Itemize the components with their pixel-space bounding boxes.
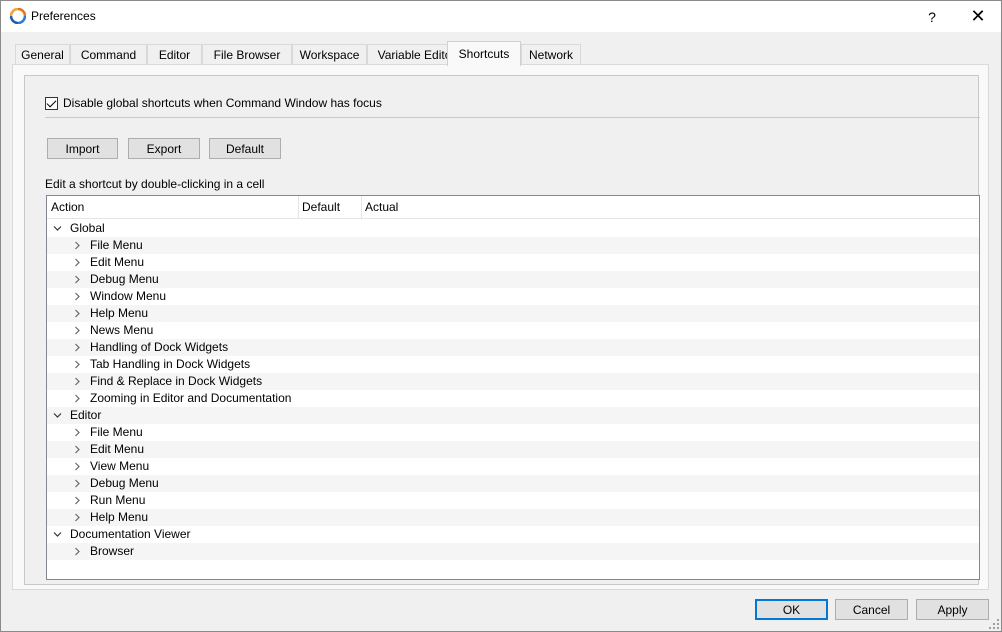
tree-item-label: Tab Handling in Dock Widgets — [90, 357, 251, 371]
tab-general[interactable]: General — [15, 44, 70, 65]
chevron-right-icon[interactable] — [71, 390, 83, 407]
tree-item-label: Zooming in Editor and Documentation — [90, 391, 292, 405]
chevron-right-icon[interactable] — [71, 288, 83, 305]
chevron-right-icon[interactable] — [71, 305, 83, 322]
help-button[interactable]: ? — [909, 1, 955, 32]
tree-rows: Global File Menu Edit Menu Debug Menu Window… — [47, 220, 979, 560]
resize-grip-icon[interactable] — [989, 619, 999, 629]
tree-item-row[interactable]: Help Menu — [47, 509, 979, 526]
tab-editor[interactable]: Editor — [147, 44, 202, 65]
tree-item-row[interactable]: Browser — [47, 543, 979, 560]
tree-item-row[interactable]: Help Menu — [47, 305, 979, 322]
tree-item-label: Run Menu — [90, 493, 146, 507]
tab-command[interactable]: Command — [70, 44, 147, 65]
tree-item-row[interactable]: Zooming in Editor and Documentation — [47, 390, 979, 407]
shortcuts-tree[interactable]: Action Default Actual Global File Menu Edi… — [46, 195, 980, 580]
tree-item-label: Window Menu — [90, 289, 167, 303]
tree-item-row[interactable]: Run Menu — [47, 492, 979, 509]
tree-item-label: Handling of Dock Widgets — [90, 340, 229, 354]
tree-item-row[interactable]: Edit Menu — [47, 254, 979, 271]
chevron-down-icon[interactable] — [51, 526, 63, 543]
shortcuts-pane: Disable global shortcuts when Command Wi… — [12, 64, 989, 590]
tree-item-label: Editor — [70, 408, 102, 422]
tree-item-label: Help Menu — [90, 306, 149, 320]
chevron-right-icon[interactable] — [71, 271, 83, 288]
chevron-right-icon[interactable] — [71, 237, 83, 254]
tree-item-label: News Menu — [90, 323, 154, 337]
tree-item-row[interactable]: News Menu — [47, 322, 979, 339]
apply-button[interactable]: Apply — [916, 599, 989, 620]
column-default[interactable]: Default — [298, 196, 340, 219]
tree-item-row[interactable]: File Menu — [47, 424, 979, 441]
preferences-window: Preferences ? ✕ General Command Editor F… — [0, 0, 1002, 632]
chevron-right-icon[interactable] — [71, 543, 83, 560]
tree-group-row[interactable]: Documentation Viewer — [47, 526, 979, 543]
tree-item-label: Global — [70, 221, 105, 235]
tree-item-row[interactable]: View Menu — [47, 458, 979, 475]
chevron-right-icon[interactable] — [71, 356, 83, 373]
tree-item-label: File Menu — [90, 425, 143, 439]
chevron-right-icon[interactable] — [71, 441, 83, 458]
import-button[interactable]: Import — [47, 138, 118, 159]
tree-item-label: Edit Menu — [90, 442, 145, 456]
separator — [45, 117, 980, 118]
close-button[interactable]: ✕ — [955, 1, 1001, 32]
tree-item-row[interactable]: Find & Replace in Dock Widgets — [47, 373, 979, 390]
tree-item-row[interactable]: Window Menu — [47, 288, 979, 305]
tree-item-row[interactable]: Debug Menu — [47, 271, 979, 288]
chevron-right-icon[interactable] — [71, 373, 83, 390]
column-actual[interactable]: Actual — [361, 196, 398, 219]
tab-workspace[interactable]: Workspace — [292, 44, 367, 65]
tree-item-row[interactable]: Tab Handling in Dock Widgets — [47, 356, 979, 373]
tree-item-row[interactable]: File Menu — [47, 237, 979, 254]
chevron-right-icon[interactable] — [71, 424, 83, 441]
ok-button[interactable]: OK — [755, 599, 828, 620]
cancel-button[interactable]: Cancel — [835, 599, 908, 620]
chevron-right-icon[interactable] — [71, 475, 83, 492]
tab-shortcuts[interactable]: Shortcuts — [447, 41, 521, 66]
chevron-right-icon[interactable] — [71, 458, 83, 475]
tree-item-label: Help Menu — [90, 510, 149, 524]
edit-hint: Edit a shortcut by double-clicking in a … — [45, 177, 265, 191]
column-action[interactable]: Action — [47, 196, 84, 219]
shortcuts-group: Disable global shortcuts when Command Wi… — [24, 75, 980, 585]
chevron-right-icon[interactable] — [71, 492, 83, 509]
title-bar: Preferences ? ✕ — [1, 1, 1001, 32]
tree-item-label: File Menu — [90, 238, 143, 252]
export-button[interactable]: Export — [128, 138, 200, 159]
tree-item-row[interactable]: Debug Menu — [47, 475, 979, 492]
window-title: Preferences — [31, 9, 96, 23]
tree-item-row[interactable]: Handling of Dock Widgets — [47, 339, 979, 356]
octave-app-icon — [10, 8, 26, 24]
chevron-right-icon[interactable] — [71, 254, 83, 271]
tree-group-row[interactable]: Editor — [47, 407, 979, 424]
tree-item-label: Debug Menu — [90, 476, 159, 490]
tree-item-label: Edit Menu — [90, 255, 145, 269]
tree-item-label: Debug Menu — [90, 272, 159, 286]
default-button[interactable]: Default — [209, 138, 281, 159]
tree-item-label: Documentation Viewer — [70, 527, 191, 541]
disable-global-shortcuts-label: Disable global shortcuts when Command Wi… — [63, 96, 382, 110]
chevron-right-icon[interactable] — [71, 339, 83, 356]
tree-item-row[interactable]: Edit Menu — [47, 441, 979, 458]
tree-item-label: Find & Replace in Dock Widgets — [90, 374, 263, 388]
tree-item-label: Browser — [90, 544, 135, 558]
tree-item-label: View Menu — [90, 459, 150, 473]
chevron-down-icon[interactable] — [51, 407, 63, 424]
disable-global-shortcuts-checkbox[interactable] — [45, 96, 58, 110]
disable-global-shortcuts-row[interactable]: Disable global shortcuts when Command Wi… — [45, 96, 382, 110]
tab-network[interactable]: Network — [521, 44, 581, 65]
chevron-right-icon[interactable] — [71, 509, 83, 526]
tab-file-browser[interactable]: File Browser — [202, 44, 292, 65]
chevron-down-icon[interactable] — [51, 220, 63, 237]
chevron-right-icon[interactable] — [71, 322, 83, 339]
tree-header: Action Default Actual — [47, 196, 979, 219]
tree-group-row[interactable]: Global — [47, 220, 979, 237]
